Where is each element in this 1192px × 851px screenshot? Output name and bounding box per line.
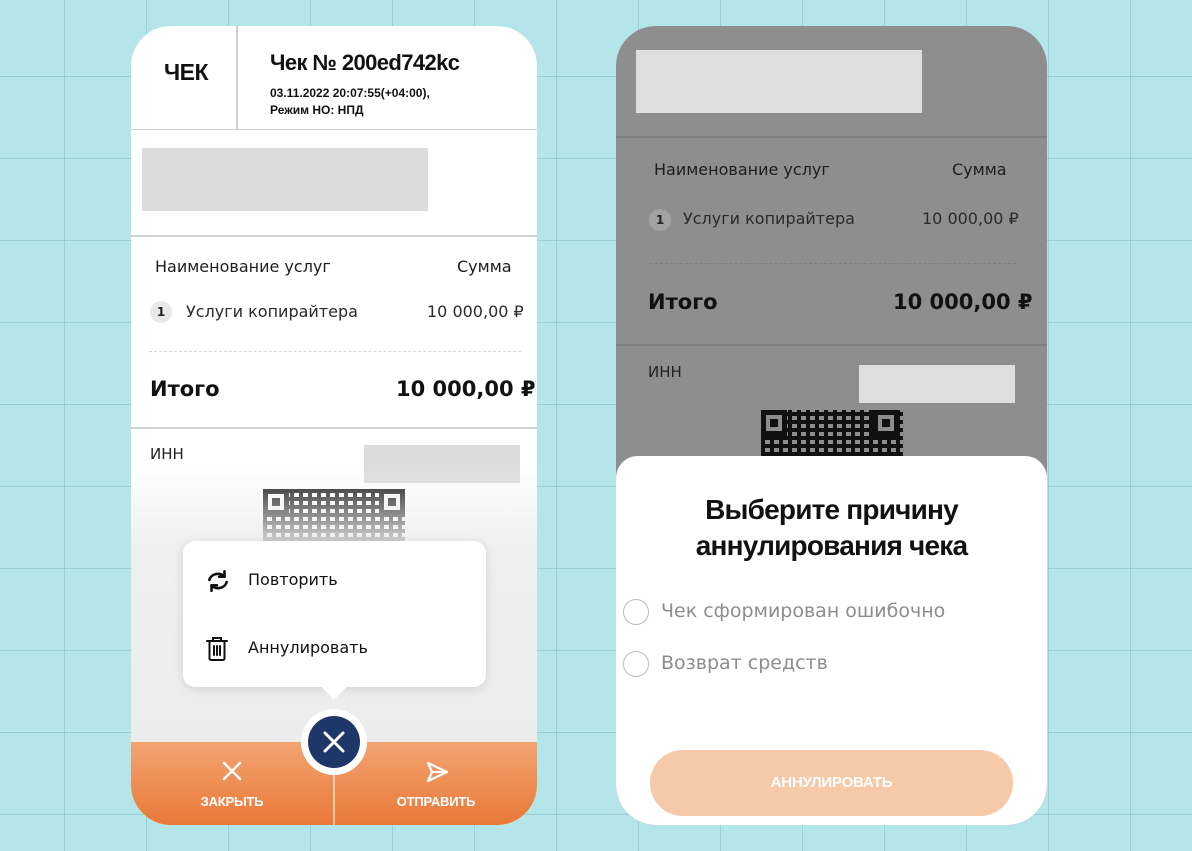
sheet-title: Выберите причину аннулирования чека xyxy=(695,494,968,561)
total-label: Итого xyxy=(150,377,220,401)
dashed-divider xyxy=(149,351,521,352)
fab-inner xyxy=(308,716,360,768)
divider xyxy=(616,136,1047,138)
item-amount: 10 000,00 ₽ xyxy=(427,302,524,321)
redacted-block xyxy=(636,50,922,113)
receipt-label: ЧЕК xyxy=(164,59,209,85)
qr-finder xyxy=(873,410,899,436)
receipt-subtitle: 03.11.2022 20:07:55(+04:00), Режим НО: Н… xyxy=(270,86,430,117)
total-value: 10 000,00 ₽ xyxy=(396,377,536,401)
menu-toggle-button[interactable] xyxy=(301,709,367,775)
reason-label: Возврат средств xyxy=(661,652,828,674)
menu-item-label: Аннулировать xyxy=(248,638,368,657)
item-index-badge: 1 xyxy=(649,209,671,231)
send-button[interactable]: ОТПРАВИТЬ xyxy=(361,742,511,825)
item-index-badge: 1 xyxy=(150,301,172,323)
divider xyxy=(131,427,537,429)
receipt-title: Чек № 200ed742kc xyxy=(270,50,460,75)
reason-option-refund[interactable]: Возврат средств xyxy=(623,649,1023,679)
header-divider xyxy=(236,26,238,129)
menu-item-label: Повторить xyxy=(248,570,338,589)
column-name-header: Наименование услуг xyxy=(654,160,830,179)
reason-label: Чек сформирован ошибочно xyxy=(661,600,946,622)
inn-label: ИНН xyxy=(150,445,184,463)
annul-reason-screen: Наименование услуг Сумма 1 Услуги копира… xyxy=(616,26,1047,825)
divider xyxy=(616,344,1047,346)
qr-finder xyxy=(761,410,787,436)
redacted-inn xyxy=(859,365,1015,403)
column-sum-header: Сумма xyxy=(457,257,512,276)
receipt-header: ЧЕК Чек № 200ed742kc 03.11.2022 20:07:55… xyxy=(131,26,537,130)
reason-option-error[interactable]: Чек сформирован ошибочно xyxy=(623,597,1023,627)
close-icon xyxy=(222,761,242,781)
redacted-block xyxy=(142,148,428,211)
total-value: 10 000,00 ₽ xyxy=(893,290,1033,314)
receipt-screen: ЧЕК Чек № 200ed742kc 03.11.2022 20:07:55… xyxy=(131,26,537,825)
close-icon xyxy=(323,731,345,753)
item-name: Услуги копирайтера xyxy=(683,209,855,228)
item-amount: 10 000,00 ₽ xyxy=(922,209,1019,228)
column-name-header: Наименование услуг xyxy=(155,257,331,276)
close-button[interactable]: ЗАКРЫТЬ xyxy=(157,742,307,825)
radio-button[interactable] xyxy=(623,599,649,625)
send-button-label: ОТПРАВИТЬ xyxy=(396,794,476,809)
qr-code xyxy=(761,410,903,456)
repeat-icon xyxy=(208,569,228,593)
radio-button[interactable] xyxy=(623,651,649,677)
context-menu: Повторить Аннулировать xyxy=(183,541,486,687)
divider xyxy=(131,235,537,237)
close-button-label: ЗАКРЫТЬ xyxy=(200,794,264,809)
menu-item-annul[interactable]: Аннулировать xyxy=(183,624,486,674)
inn-label: ИНН xyxy=(648,363,682,381)
trash-icon xyxy=(206,637,228,661)
column-sum-header: Сумма xyxy=(952,160,1007,179)
dashed-divider xyxy=(650,263,1016,264)
send-icon xyxy=(426,761,449,783)
item-name: Услуги копирайтера xyxy=(186,302,358,321)
total-label: Итого xyxy=(648,290,718,314)
menu-item-repeat[interactable]: Повторить xyxy=(183,556,486,606)
annul-button[interactable]: АННУЛИРОВАТЬ xyxy=(650,750,1013,816)
